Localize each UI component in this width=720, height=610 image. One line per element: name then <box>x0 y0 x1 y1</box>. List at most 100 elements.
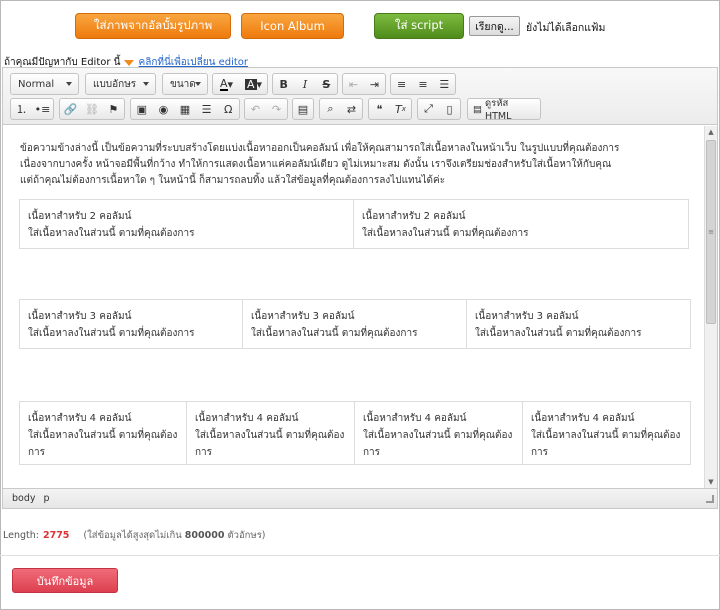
chevron-down-icon <box>143 82 149 86</box>
cell-title: เนื้อหาสำหรับ 3 คอลัมน์ <box>28 311 132 322</box>
link-group: 🔗 ⛓ ⚑ <box>59 98 125 120</box>
cell-body: ใส่เนื้อหาลงในส่วนนี้ ตามที่คุณต้อง <box>531 430 681 441</box>
cell-title: เนื้อหาสำหรับ 4 คอลัมน์ <box>28 413 132 424</box>
format-select[interactable]: Normal <box>10 73 79 95</box>
insert-group: ▣ ◉ ▦ ☰ Ω <box>130 98 240 120</box>
text-color-icon[interactable]: A ▾ <box>213 74 240 94</box>
view-source-label: ดูรหัส HTML <box>484 98 512 122</box>
intro-line: เนื่องจากบางครั้ง หน้าจอมีพื้นที่กว้าง ท… <box>20 159 612 170</box>
source-doc-icon: ▤ <box>473 103 482 115</box>
scroll-down-icon[interactable]: ▼ <box>705 476 717 488</box>
blockquote-icon[interactable]: ❝ <box>369 99 390 119</box>
intro-paragraph: ข้อความข้างล่างนี้ เป็นข้อความที่ระบบสร้… <box>20 141 690 189</box>
vertical-scrollbar[interactable]: ▲ ≡ ▼ <box>704 126 717 488</box>
length-info: Length: 2775 (ใส่ข้อมูลได้สูงสุดไม่เกิน 80… <box>3 528 266 543</box>
scroll-up-icon[interactable]: ▲ <box>705 126 717 138</box>
path-p[interactable]: p <box>44 493 50 504</box>
cell-title: เนื้อหาสำหรับ 4 คอลัมน์ <box>195 413 299 424</box>
resize-handle-icon[interactable] <box>706 495 714 503</box>
cell-body: การ <box>28 447 46 458</box>
anchor-flag-icon[interactable]: ⚑ <box>103 99 124 119</box>
insert-script-button[interactable]: ใส่ script <box>374 13 464 39</box>
table-icon[interactable]: ▦ <box>174 99 196 119</box>
cell-body: ใส่เนื้อหาลงในส่วนนี้ ตามที่คุณต้อง <box>363 430 513 441</box>
column-cell: เนื้อหาสำหรับ 2 คอลัมน์ ใส่เนื้อหาลงในส่… <box>354 199 689 249</box>
templates-icon[interactable]: ▤ <box>293 99 313 119</box>
cell-title: เนื้อหาสำหรับ 2 คอลัมน์ <box>28 211 132 222</box>
length-note: (ใส่ข้อมูลได้สูงสุดไม่เกิน 800000 ตัวอัก… <box>83 530 265 541</box>
cell-body: การ <box>363 447 381 458</box>
cell-body: ใส่เนื้อหาลงในส่วนนี้ ตามที่คุณต้อง <box>195 430 345 441</box>
bulleted-list-icon[interactable]: •≡ <box>32 99 53 119</box>
column-cell: เนื้อหาสำหรับ 4 คอลัมน์ ใส่เนื้อหาลงในส่… <box>187 401 355 465</box>
undo-icon[interactable]: ↶ <box>245 99 266 119</box>
bold-icon[interactable]: B <box>273 74 294 94</box>
template-group: ▤ <box>292 98 314 120</box>
element-path-bar: body p <box>3 488 717 508</box>
remove-format-icon[interactable]: Tx <box>390 99 411 119</box>
chevron-down-icon <box>66 82 72 86</box>
divider <box>0 555 720 556</box>
cell-body: การ <box>195 447 213 458</box>
view-source-button[interactable]: ▤ ดูรหัส HTML <box>468 98 540 122</box>
font-select-value: แบบอักษร <box>93 78 137 90</box>
horizontal-rule-icon[interactable]: ☰ <box>196 99 218 119</box>
redo-icon[interactable]: ↷ <box>266 99 287 119</box>
rich-text-editor: Normal แบบอักษร ขนาด A ▾ A ▾ B I S ⇤ ⇥ ≡ ≡… <box>2 67 718 509</box>
align-left-icon[interactable]: ≡ <box>391 74 412 94</box>
cell-body: การ <box>531 447 549 458</box>
flash-icon[interactable]: ◉ <box>153 99 175 119</box>
font-select[interactable]: แบบอักษร <box>85 73 156 95</box>
icon-album-button[interactable]: Icon Album <box>241 13 344 39</box>
two-column-row: เนื้อหาสำหรับ 2 คอลัมน์ ใส่เนื้อหาลงในส่… <box>19 199 689 249</box>
indent-icon[interactable]: ⇥ <box>364 74 385 94</box>
cell-body: ใส่เนื้อหาลงในส่วนนี้ ตามที่คุณต้องการ <box>28 228 195 239</box>
show-blocks-icon[interactable]: ▯ <box>439 99 460 119</box>
length-max: 800000 <box>184 530 225 541</box>
cell-title: เนื้อหาสำหรับ 3 คอลัมน์ <box>475 311 579 322</box>
editor-toolbar: Normal แบบอักษร ขนาด A ▾ A ▾ B I S ⇤ ⇥ ≡ ≡… <box>3 68 717 125</box>
italic-icon[interactable]: I <box>294 74 315 94</box>
column-cell: เนื้อหาสำหรับ 3 คอลัมน์ ใส่เนื้อหาลงในส่… <box>243 299 467 349</box>
replace-icon[interactable]: ⇄ <box>341 99 362 119</box>
undo-group: ↶ ↷ <box>244 98 288 120</box>
find-icon[interactable]: ⌕ <box>320 99 341 119</box>
outdent-icon[interactable]: ⇤ <box>343 74 364 94</box>
length-value: 2775 <box>42 530 70 541</box>
column-cell: เนื้อหาสำหรับ 3 คอลัมน์ ใส่เนื้อหาลงในส่… <box>19 299 243 349</box>
scroll-thumb[interactable]: ≡ <box>706 140 716 324</box>
intro-line: แต่ถ้าคุณไม่ต้องการเนื้อหาใด ๆ ในหน้านี้… <box>20 175 446 186</box>
cell-title: เนื้อหาสำหรับ 3 คอลัมน์ <box>251 311 355 322</box>
cell-title: เนื้อหาสำหรับ 4 คอลัมน์ <box>363 413 467 424</box>
cell-body: ใส่เนื้อหาลงในส่วนนี้ ตามที่คุณต้องการ <box>28 328 195 339</box>
align-right-icon[interactable]: ≡ <box>412 74 433 94</box>
save-button[interactable]: บันทึกข้อมูล <box>12 568 118 593</box>
length-note-prefix: (ใส่ข้อมูลได้สูงสุดไม่เกิน <box>83 530 182 541</box>
link-icon[interactable]: 🔗 <box>60 99 81 119</box>
find-group: ⌕ ⇄ <box>319 98 363 120</box>
numbered-list-icon[interactable]: ⒈ <box>11 99 32 119</box>
unlink-icon[interactable]: ⛓ <box>81 99 102 119</box>
path-body[interactable]: body <box>12 493 36 504</box>
special-char-icon[interactable]: Ω <box>217 99 239 119</box>
cell-body: ใส่เนื้อหาลงในส่วนนี้ ตามที่คุณต้องการ <box>362 228 529 239</box>
editor-content[interactable]: ข้อความข้างล่างนี้ เป็นข้อความที่ระบบสร้… <box>3 126 704 488</box>
cell-body: ใส่เนื้อหาลงในส่วนนี้ ตามที่คุณต้อง <box>28 430 178 441</box>
browse-file-button[interactable]: เรียกดู... <box>469 16 520 36</box>
intro-line: ข้อความข้างล่างนี้ เป็นข้อความที่ระบบสร้… <box>20 143 620 154</box>
background-color-icon[interactable]: A ▾ <box>240 74 267 94</box>
length-note-suffix: ตัวอักษร) <box>227 530 266 541</box>
view-group: ⤢ ▯ <box>417 98 461 120</box>
insert-album-photo-button[interactable]: ใส่ภาพจากอัลบั้มรูปภาพ <box>75 13 231 39</box>
image-icon[interactable]: ▣ <box>131 99 153 119</box>
maximize-icon[interactable]: ⤢ <box>418 99 439 119</box>
length-label: Length: <box>3 530 39 541</box>
source-group: ▤ ดูรหัส HTML <box>467 98 541 122</box>
format-select-value: Normal <box>18 78 55 90</box>
column-cell: เนื้อหาสำหรับ 4 คอลัมน์ ใส่เนื้อหาลงในส่… <box>19 401 187 465</box>
strike-icon[interactable]: S <box>316 74 337 94</box>
cell-title: เนื้อหาสำหรับ 2 คอลัมน์ <box>362 211 466 222</box>
align-justify-icon[interactable]: ☰ <box>434 74 455 94</box>
indent-group: ⇤ ⇥ <box>342 73 386 95</box>
size-select[interactable]: ขนาด <box>162 73 208 95</box>
